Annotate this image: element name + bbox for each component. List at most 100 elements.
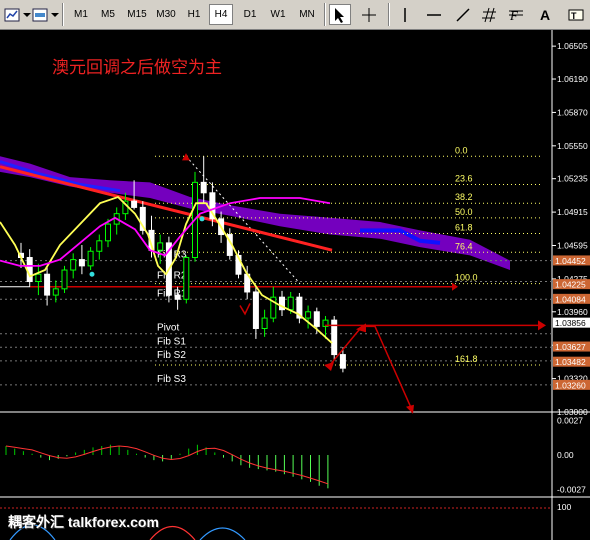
timeframe-m5-button[interactable]: M5 [95,4,121,25]
timeframe-label: M30 [156,9,176,20]
candle-body [61,269,68,290]
pivot-label: Fib R1 [157,288,187,299]
watermark-text: 耦客外汇 talkforex.com [8,514,159,530]
vertical-line-icon[interactable] [394,4,416,25]
fib-level-label: 100.0 [455,273,478,283]
price-tick-label: 1.04915 [557,207,588,217]
chart-background-layer [0,30,590,540]
timeframe-label: H4 [214,9,228,20]
candle-body [96,240,103,252]
timeframe-m1-button[interactable]: M1 [68,4,94,25]
candle-body [52,288,59,296]
timeframe-m30-button[interactable]: M30 [152,4,180,25]
timeframe-m15-button[interactable]: M15 [123,4,151,25]
fib-level-label: 161.8 [455,354,478,364]
price-chart[interactable]: Fib R3 Fib R2 Fib R1 Pivot Fib S1 Fib S2 Fib S… [0,30,590,540]
price-tick-label: 1.06190 [557,74,588,84]
fib-level-label: 61.8 [455,223,473,233]
price-level-label: 1.03627 [555,342,586,352]
candle-body [183,257,190,300]
price-tick-label: 1.05870 [557,107,588,117]
osc-tick-label: 0.00 [557,450,574,460]
fib-level-label: 23.6 [455,173,473,183]
pivot-label: Fib S1 [157,336,186,347]
fib-level-label: 38.2 [455,192,473,202]
toolbar-separator [62,3,64,26]
candle-body [87,250,94,267]
zoom-dropdown-arrow-icon[interactable] [50,4,60,25]
candle [183,255,190,304]
candle-body [287,296,294,311]
svg-text:T: T [571,11,577,21]
timeframe-label: M5 [101,9,115,20]
zoom-dropdown-icon[interactable] [30,4,50,25]
candle-body [200,181,207,194]
chart-type-icon[interactable] [2,4,22,25]
bottom-tick-label: 100 [557,502,571,512]
trendline-icon[interactable] [452,4,474,25]
price-level-label: 1.04452 [555,256,586,266]
price-tick-label: 1.05550 [557,141,588,151]
price-tick-label: 1.04595 [557,241,588,251]
price-tick-label: 1.06505 [557,41,588,51]
label-icon[interactable]: T [564,4,588,25]
toolbar-separator [324,3,326,26]
fib-level-label: 50.0 [455,207,473,217]
candle-body [131,200,138,208]
candle [61,265,68,294]
candle-body [26,257,33,283]
candle-body [44,273,51,296]
signal-dot [199,216,205,222]
timeframe-label: MN [299,9,315,20]
signal-dot [89,271,95,277]
hash-icon[interactable] [478,4,500,25]
toolbar-separator [388,3,390,26]
price-level-label: 1.04084 [555,294,586,304]
toolbar: M1 M5 M15 M30 H1 H4 D1 W1 MN FA T [0,0,590,30]
timeframe-h1-button[interactable]: H1 [182,4,206,25]
timeframe-label: H1 [187,9,201,20]
pivot-label: Fib S3 [157,374,186,385]
text-tool-label: A [539,6,551,23]
candle-body [305,311,312,319]
chart-background [0,30,590,540]
pivot-label: Fib S2 [157,350,186,361]
osc-tick-label: 0.0027 [557,415,583,425]
candle-body [261,317,268,329]
timeframe-label: M1 [74,9,88,20]
candle-body [252,291,259,329]
chart-annotation: 澳元回调之后做空为主 [52,58,222,77]
candle-body [339,354,346,369]
text-icon[interactable]: A [534,4,556,25]
pivot-label: Fib R3 [157,250,187,261]
cursor-icon[interactable] [329,4,351,25]
fib-level-label: 0.0 [455,145,468,155]
pivot-label: Pivot [157,323,179,334]
candle-body [105,223,111,242]
osc-tick-label: -0.0027 [557,485,586,495]
candle-body [313,311,320,327]
candle-body [174,294,181,300]
pivot-label: Fib R2 [157,271,187,282]
fib-level-label: 76.4 [455,241,473,251]
timeframe-mn-button[interactable]: MN [294,4,320,25]
price-level-label: 1.04225 [555,280,586,290]
fib-icon[interactable]: F [504,4,528,25]
candle-body [35,273,42,283]
timeframe-d1-button[interactable]: D1 [237,4,263,25]
price-tick-label: 1.05235 [557,174,588,184]
candle-body [157,242,164,251]
timeframe-label: D1 [243,9,257,20]
timeframe-label: W1 [270,9,286,20]
price-level-label: 1.03856 [555,318,586,328]
timeframe-w1-button[interactable]: W1 [266,4,290,25]
price-level-label: 1.03482 [555,357,586,367]
horizontal-line-icon[interactable] [422,4,446,25]
candle [331,315,338,360]
timeframe-label: M15 [127,9,147,20]
price-tick-label: 1.03960 [557,307,588,317]
timeframe-h4-button[interactable]: H4 [209,4,233,25]
candle-body [70,259,77,271]
candle-body [78,259,85,267]
crosshair-icon[interactable] [357,4,381,25]
